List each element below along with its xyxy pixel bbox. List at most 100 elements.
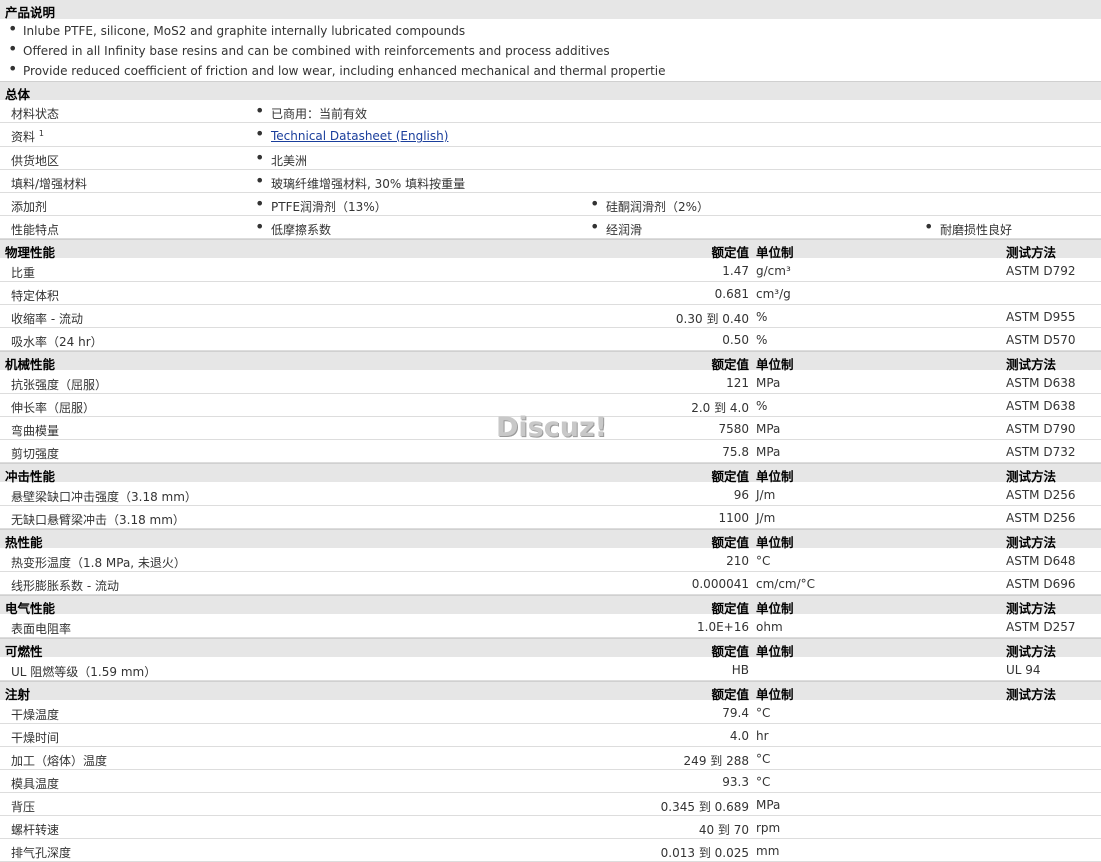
property-test-method: ASTM D638 — [1006, 376, 1076, 390]
property-label: 螺杆转速 — [11, 823, 60, 837]
table-row: 热变形温度（1.8 MPa, 未退火） 210 °C ASTM D648 — [0, 549, 1101, 572]
table-row: 干燥温度 79.4 °C — [0, 701, 1101, 724]
property-value: 7580 — [718, 422, 749, 436]
property-value: 1.0E+16 — [697, 620, 749, 634]
property-value: 0.30 到 0.40 — [675, 312, 749, 326]
property-unit: °C — [756, 706, 771, 720]
property-label: 抗张强度（屈服） — [11, 378, 108, 392]
property-test-method: ASTM D648 — [1006, 554, 1076, 568]
property-value: 2.0 到 4.0 — [691, 401, 749, 415]
property-unit: °C — [756, 554, 771, 568]
bullet-dot: • — [255, 171, 265, 190]
property-section-header: 机械性能 额定值 单位制 测试方法 — [0, 351, 1101, 372]
property-label: UL 阻燃等级（1.59 mm） — [11, 665, 157, 679]
property-value: 4.0 — [729, 729, 749, 743]
property-unit: g/cm³ — [756, 264, 791, 278]
bullet-dot: • — [255, 148, 265, 167]
product-section-header: 产品说明 — [0, 0, 1101, 20]
table-row: 抗张强度（屈服） 121 MPa ASTM D638 — [0, 371, 1101, 394]
property-unit: ohm — [756, 620, 783, 634]
property-value: 121 — [726, 376, 749, 390]
table-row: 背压 0.345 到 0.689 MPa — [0, 793, 1101, 816]
property-section-header: 可燃性 额定值 单位制 测试方法 — [0, 638, 1101, 659]
product-bullet: • Provide reduced coefficient of frictio… — [8, 59, 666, 79]
property-label: 剪切强度 — [11, 447, 60, 461]
property-unit: MPa — [756, 445, 781, 459]
table-row: 特定体积 0.681 cm³/g — [0, 282, 1101, 305]
property-label: 干燥温度 — [11, 708, 60, 722]
property-value: 79.4 — [722, 706, 749, 720]
property-test-method: ASTM D256 — [1006, 488, 1076, 502]
property-label: 特定体积 — [11, 289, 60, 303]
property-value: HB — [731, 663, 749, 677]
property-unit: MPa — [756, 798, 781, 812]
property-value: 0.000041 — [691, 577, 749, 591]
property-label: 比重 — [11, 266, 36, 280]
table-row: 比重 1.47 g/cm³ ASTM D792 — [0, 259, 1101, 282]
property-value: 0.013 到 0.025 — [660, 846, 749, 860]
bullet-dot: • — [255, 124, 265, 143]
table-row: 无缺口悬臂梁冲击（3.18 mm） 1100 J/m ASTM D256 — [0, 506, 1101, 529]
bullet-dot: • — [8, 39, 18, 58]
property-section-header: 物理性能 额定值 单位制 测试方法 — [0, 239, 1101, 260]
property-label: 热变形温度（1.8 MPa, 未退火） — [11, 556, 186, 570]
bullet-dot: • — [255, 194, 265, 213]
property-unit: °C — [756, 775, 771, 789]
bullet-dot: • — [8, 19, 18, 38]
table-row: UL 阻燃等级（1.59 mm） HB UL 94 — [0, 658, 1101, 681]
property-label: 干燥时间 — [11, 731, 60, 745]
general-row-additive: 添加剂 • PTFE润滑剂（13%） • 硅酮润滑剂（2%） — [0, 193, 1101, 216]
property-unit: °C — [756, 752, 771, 766]
watermark-logo: Discuz! — [496, 412, 607, 443]
property-unit: J/m — [756, 488, 776, 502]
general-row-status: 材料状态 • 已商用：当前有效 — [0, 100, 1101, 123]
table-row: 悬壁梁缺口冲击强度（3.18 mm） 96 J/m ASTM D256 — [0, 483, 1101, 506]
bullet-dot: • — [255, 101, 265, 120]
bullet-dot: • — [590, 194, 600, 213]
general-section-header: 总体 — [0, 81, 1101, 102]
property-value: 0.345 到 0.689 — [660, 800, 749, 814]
property-test-method: ASTM D570 — [1006, 333, 1076, 347]
property-label: 吸水率（24 hr） — [11, 335, 103, 349]
property-value: 249 到 288 — [683, 754, 749, 768]
table-row: 线形膨胀系数 - 流动 0.000041 cm/cm/°C ASTM D696 — [0, 572, 1101, 595]
property-test-method: ASTM D696 — [1006, 577, 1076, 591]
property-label: 模具温度 — [11, 777, 60, 791]
property-unit: cm³/g — [756, 287, 791, 301]
property-value: 210 — [726, 554, 749, 568]
property-unit: cm/cm/°C — [756, 577, 816, 591]
table-row: 加工（熔体）温度 249 到 288 °C — [0, 747, 1101, 770]
product-bullet: • Offered in all Infinity base resins an… — [8, 39, 610, 59]
technical-datasheet-link[interactable]: Technical Datasheet (English) — [271, 129, 448, 143]
bullet-dot: • — [8, 59, 18, 78]
property-test-method: ASTM D955 — [1006, 310, 1076, 324]
property-value: 96 — [733, 488, 749, 502]
property-test-method: UL 94 — [1006, 663, 1041, 677]
property-unit: % — [756, 399, 768, 413]
property-label: 弯曲模量 — [11, 424, 60, 438]
property-label: 悬壁梁缺口冲击强度（3.18 mm） — [11, 490, 197, 504]
table-row: 剪切强度 75.8 MPa ASTM D732 — [0, 440, 1101, 463]
property-value: 1.47 — [722, 264, 749, 278]
property-section-header: 电气性能 额定值 单位制 测试方法 — [0, 595, 1101, 616]
property-unit: % — [756, 333, 768, 347]
property-unit: J/m — [756, 511, 776, 525]
property-section-header: 热性能 额定值 单位制 测试方法 — [0, 529, 1101, 550]
table-row: 表面电阻率 1.0E+16 ohm ASTM D257 — [0, 615, 1101, 638]
property-label: 收缩率 - 流动 — [11, 312, 83, 326]
property-value: 0.681 — [714, 287, 749, 301]
bullet-dot: • — [255, 217, 265, 236]
property-label: 加工（熔体）温度 — [11, 754, 108, 768]
property-value: 93.3 — [722, 775, 749, 789]
property-test-method: ASTM D732 — [1006, 445, 1076, 459]
property-section-header: 注射 额定值 单位制 测试方法 — [0, 681, 1101, 702]
property-label: 排气孔深度 — [11, 846, 72, 860]
general-row-docs: 资料 1 • Technical Datasheet (English) — [0, 123, 1101, 147]
property-unit: MPa — [756, 376, 781, 390]
table-row: 吸水率（24 hr） 0.50% ASTM D570 — [0, 328, 1101, 351]
property-unit: % — [756, 310, 768, 324]
property-label: 线形膨胀系数 - 流动 — [11, 579, 119, 593]
property-unit: hr — [756, 729, 769, 743]
general-row-features: 性能特点 • 低摩擦系数 • 经润滑 • 耐磨损性良好 — [0, 216, 1101, 239]
property-section-header: 冲击性能 额定值 单位制 测试方法 — [0, 463, 1101, 484]
